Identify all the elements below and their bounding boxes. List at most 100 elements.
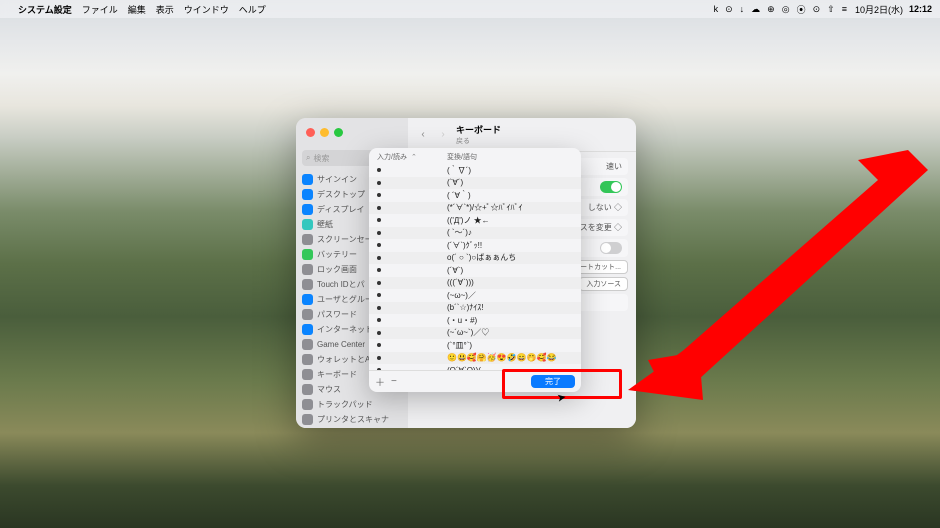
table-row[interactable]: (｀∇´) [369, 164, 581, 177]
menu-edit[interactable]: 編集 [128, 3, 146, 16]
status-icon[interactable]: ⊙ [813, 4, 821, 15]
menubar: システム設定 ファイル 編集 表示 ウインドウ ヘルプ k ⊙ ↓ ☁ ⊕ ◎ … [0, 0, 940, 18]
sidebar-item-label: バッテリー [317, 249, 357, 260]
menubar-date[interactable]: 10月2日(水) [855, 3, 903, 16]
menu-view[interactable]: 表示 [156, 3, 174, 16]
minimize-button[interactable] [320, 128, 329, 137]
sidebar-item-label: パスワード [317, 309, 357, 320]
table-row[interactable]: 🙂😃🥰🤗🥳😍🤣😄🤭🥰😂 [369, 352, 581, 365]
table-row[interactable]: ( ´∀｀) [369, 189, 581, 202]
status-icon[interactable]: ⇧ [827, 4, 835, 15]
phrase-cell: (~´ω~`)／♡ [447, 327, 489, 338]
status-icon[interactable]: ◎ [782, 4, 790, 15]
table-row[interactable]: (・u・#) [369, 314, 581, 327]
control-center-icon[interactable]: ≡ [842, 4, 847, 14]
sidebar-item-label: マウス [317, 384, 341, 395]
remove-button[interactable]: − [391, 376, 397, 387]
page-title: キーボード [456, 123, 501, 136]
wifi-icon[interactable]: ⦿ [797, 3, 806, 16]
bullet-icon [377, 218, 381, 222]
mouse-cursor-icon: ➤ [556, 390, 567, 404]
column-reading[interactable]: 入力/読み⌃ [377, 152, 447, 162]
bullet-icon [377, 193, 381, 197]
table-row[interactable]: (~ω~)／ [369, 289, 581, 302]
table-row[interactable]: (((´∀`))) [369, 277, 581, 290]
status-icon[interactable]: ☁ [751, 4, 760, 15]
sidebar-icon [302, 399, 313, 410]
sidebar-item[interactable]: プリンタとスキャナ [296, 412, 408, 427]
sheet-rows[interactable]: (｀∇´)(`∀´) ( ´∀｀)(*´∀`*)/☆+ﾟ☆ﾊﾞｲﾊﾞｲ(('Д')… [369, 164, 581, 370]
bullet-icon [377, 268, 381, 272]
phrase-cell: (b´`☆)ﾅｲｽ! [447, 302, 484, 313]
input-source-button[interactable]: 入力ソース [579, 277, 628, 291]
sidebar-item[interactable]: トラックパッド [296, 397, 408, 412]
phrase-cell: (´∀`) [447, 266, 463, 275]
sidebar-item-label: トラックパッド [317, 399, 373, 410]
bullet-icon [377, 231, 381, 235]
sidebar-item-label: プリンタとスキャナ [317, 414, 389, 425]
search-icon: ⌕ [306, 153, 310, 163]
sidebar-item-label: キーボード [317, 369, 357, 380]
sidebar-item-label: デスクトップ [317, 189, 365, 200]
settings-header: ‹ › キーボード 戻る [408, 118, 636, 152]
table-row[interactable]: (´∀`)ｸﾞｯ!! [369, 239, 581, 252]
annotation-arrow [628, 140, 928, 410]
sidebar-icon [302, 264, 313, 275]
status-icon[interactable]: ↓ [740, 4, 745, 14]
forward-button[interactable]: › [436, 128, 450, 142]
back-button[interactable]: ‹ [416, 128, 430, 142]
menu-window[interactable]: ウインドウ [184, 3, 229, 16]
bullet-icon [377, 168, 381, 172]
sidebar-icon [302, 369, 313, 380]
app-title[interactable]: システム設定 [18, 3, 72, 16]
menu-help[interactable]: ヘルプ [239, 3, 266, 16]
table-row[interactable]: (´∀`) [369, 264, 581, 277]
table-row[interactable]: (`∀´) [369, 177, 581, 190]
sidebar-item-label: ウォレットとA [317, 354, 370, 365]
table-row[interactable]: o(´ ○ `)○ばぁぁんち [369, 252, 581, 265]
column-phrase[interactable]: 変換/語句 [447, 152, 573, 162]
bullet-icon [377, 343, 381, 347]
table-row[interactable]: (*´∀`*)/☆+ﾟ☆ﾊﾞｲﾊﾞｲ [369, 202, 581, 215]
sidebar-item-label: ディスプレイ [317, 204, 364, 215]
bullet-icon [377, 281, 381, 285]
status-icon[interactable]: ⊕ [767, 4, 775, 15]
sidebar-icon [302, 204, 313, 215]
table-row[interactable]: (`°皿°`) [369, 339, 581, 352]
sidebar-item-label: スクリーンセー [317, 234, 373, 245]
status-icon[interactable]: ⊙ [725, 4, 733, 15]
sidebar-icon [302, 249, 313, 260]
phrase-cell: 🙂😃🥰🤗🥳😍🤣😄🤭🥰😂 [447, 353, 557, 362]
add-button[interactable]: ＋ [375, 374, 385, 389]
menu-file[interactable]: ファイル [82, 3, 118, 16]
page-subtitle: 戻る [456, 136, 501, 146]
bullet-icon [377, 331, 381, 335]
zoom-button[interactable] [334, 128, 343, 137]
text-replacement-sheet: 入力/読み⌃ 変換/語句 (｀∇´)(`∀´) ( ´∀｀)(*´∀`*)/☆+ﾟ… [369, 148, 581, 392]
sidebar-icon [302, 174, 313, 185]
table-row[interactable]: (('Д')ノ ★← [369, 214, 581, 227]
bullet-icon [377, 243, 381, 247]
sidebar-item-label: 壁紙 [317, 219, 333, 230]
bullet-icon [377, 293, 381, 297]
phrase-cell: (`∀´) [447, 178, 463, 187]
sheet-header: 入力/読み⌃ 変換/語句 [369, 148, 581, 164]
table-row[interactable]: (~´ω~`)／♡ [369, 327, 581, 340]
close-button[interactable] [306, 128, 315, 137]
sidebar-item-label: Touch IDとパ [317, 279, 365, 290]
sidebar-item-label: ロック画面 [317, 264, 357, 275]
table-row[interactable]: (b´`☆)ﾅｲｽ! [369, 302, 581, 315]
phrase-cell: ( ´∀｀) [447, 190, 471, 201]
sidebar-item-label: ユーザとグルー [317, 294, 373, 305]
status-icon[interactable]: k [714, 4, 719, 14]
toggle[interactable] [600, 181, 622, 193]
toggle[interactable] [600, 242, 622, 254]
menubar-time[interactable]: 12:12 [909, 4, 932, 14]
sidebar-icon [302, 294, 313, 305]
bullet-icon [377, 181, 381, 185]
phrase-cell: ( `～´)♪ [447, 227, 472, 238]
phrase-cell: (((´∀`))) [447, 278, 474, 287]
sidebar-icon [302, 234, 313, 245]
bullet-icon [377, 356, 381, 360]
table-row[interactable]: ( `～´)♪ [369, 227, 581, 240]
